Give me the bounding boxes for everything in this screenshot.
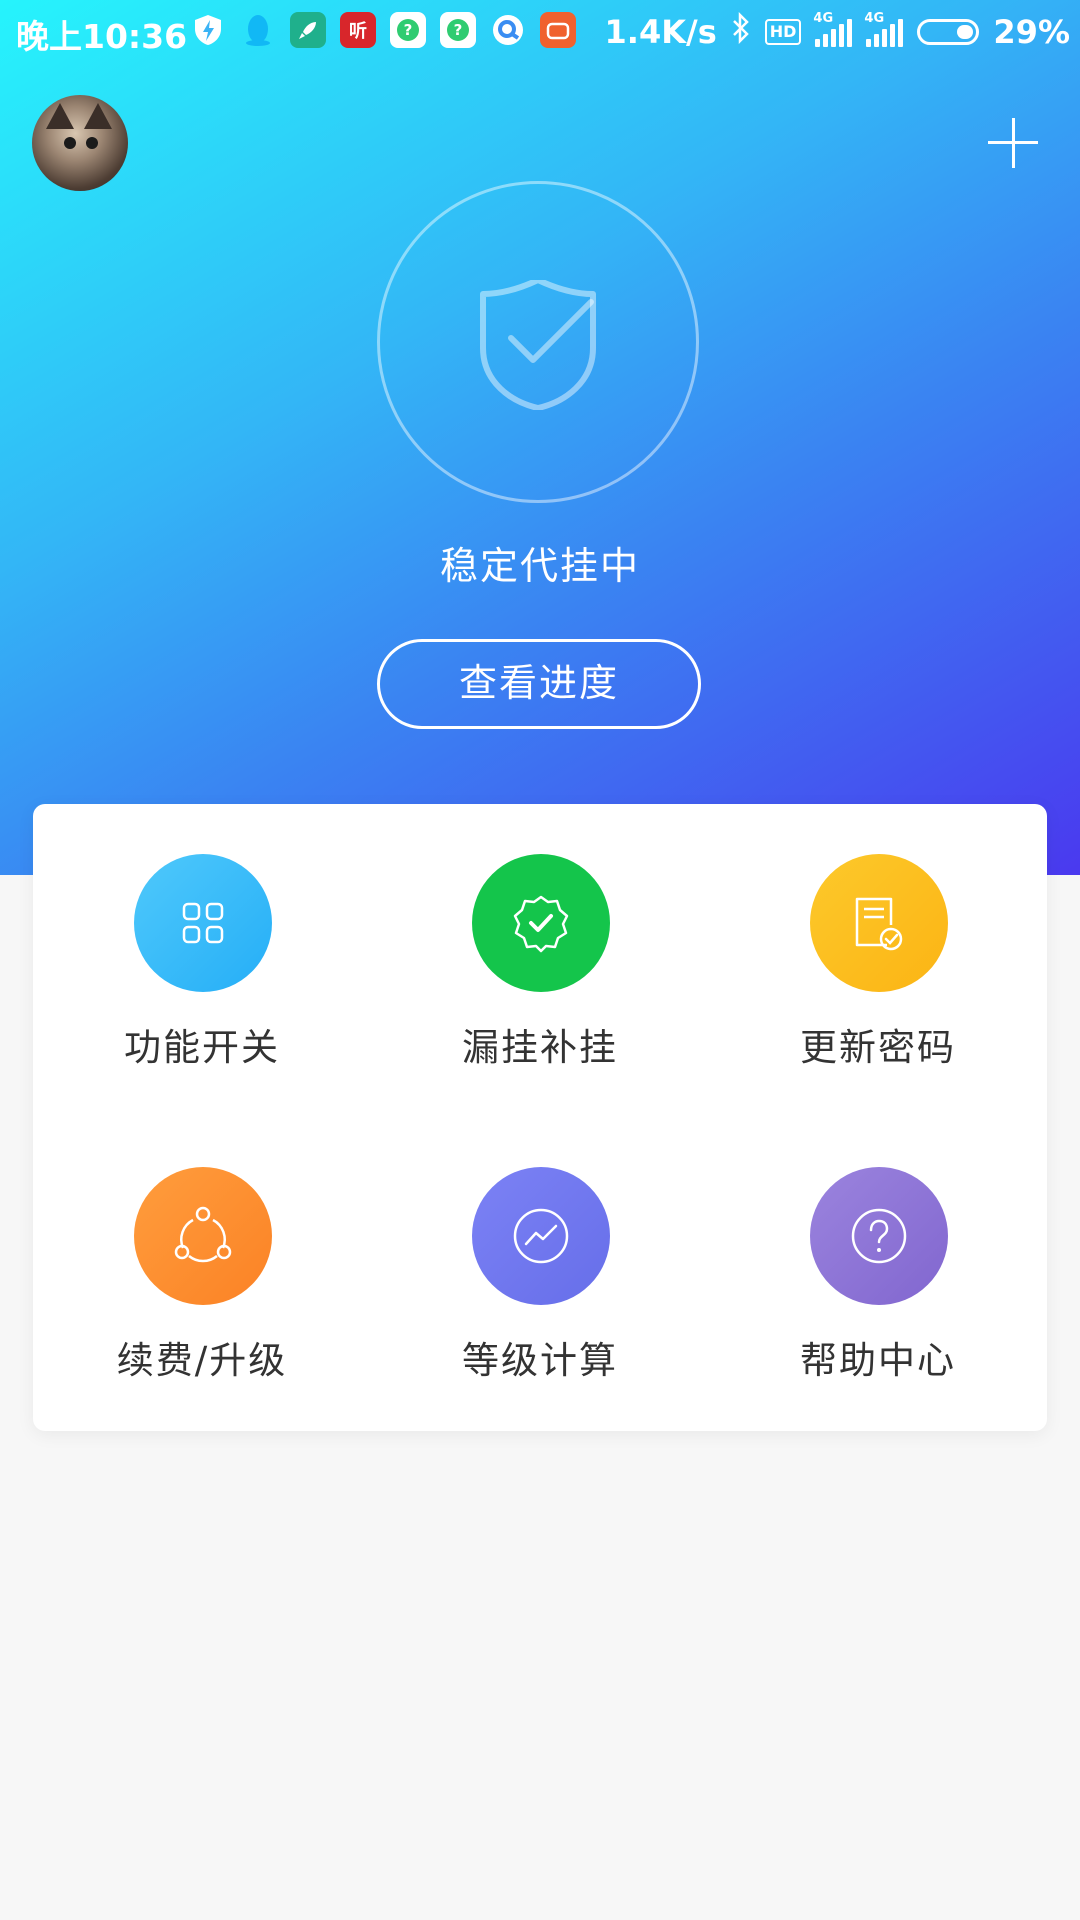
bluetooth-icon [731,11,751,52]
listen-app-icon: 听 [340,12,376,48]
signal-tag-2: 4G [864,11,885,26]
bilibili-icon [540,12,576,48]
search-app-icon [490,12,526,48]
svg-text:?: ? [404,21,413,39]
battery-percent: 29% [993,13,1070,51]
view-progress-button[interactable]: 查看进度 [377,639,701,729]
svg-text:?: ? [454,21,463,39]
grid-item-level-calc[interactable]: 等级计算 [371,1117,709,1382]
badge-check-icon [472,854,610,992]
status-app-icons: 听 ? ? [190,12,576,48]
avatar[interactable] [32,95,128,191]
grid-apps-icon [134,854,272,992]
status-bar: 晚上10:36 听 ? ? 1.4K/s HD 4G 4G 29% [0,0,1080,66]
shield-check-icon [480,280,596,410]
question-app-icon-2: ? [440,12,476,48]
rocket-icon [290,12,326,48]
help-icon [810,1167,948,1305]
trend-chart-icon [472,1167,610,1305]
grid-item-renew-upgrade[interactable]: 续费/升级 [33,1117,371,1382]
status-ring [377,181,699,503]
grid-label: 功能开关 [124,1026,280,1069]
status-label: 稳定代挂中 [439,544,640,588]
add-button[interactable] [985,118,1041,168]
grid-label: 更新密码 [800,1026,956,1069]
grid-label: 续费/升级 [116,1339,288,1382]
grid-label: 等级计算 [462,1339,618,1382]
grid-item-feature-switch[interactable]: 功能开关 [33,804,371,1069]
net-speed: 1.4K/s [604,13,717,51]
hd-badge: HD [764,19,802,45]
battery-icon [917,19,980,45]
status-right: 1.4K/s HD 4G 4G 29% [604,11,1070,52]
grid-label: 帮助中心 [800,1339,956,1382]
grid-label: 漏挂补挂 [462,1026,618,1069]
signal-icon: 4G [813,11,853,47]
document-check-icon [810,854,948,992]
signal-tag: 4G [813,11,834,26]
signal-icon-2: 4G [864,11,904,47]
status-time: 晚上10:36 [16,17,188,56]
grid-item-update-password[interactable]: 更新密码 [709,804,1047,1069]
feature-card: 功能开关 漏挂补挂 更新密码 续费/升级 等级计算 帮助中心 [33,804,1047,1431]
penguin-icon [240,12,276,48]
cycle-nodes-icon [134,1167,272,1305]
grid-item-missed-makeup[interactable]: 漏挂补挂 [371,804,709,1069]
shield-bolt-icon [190,12,226,48]
question-app-icon: ? [390,12,426,48]
grid-item-help-center[interactable]: 帮助中心 [709,1117,1047,1382]
